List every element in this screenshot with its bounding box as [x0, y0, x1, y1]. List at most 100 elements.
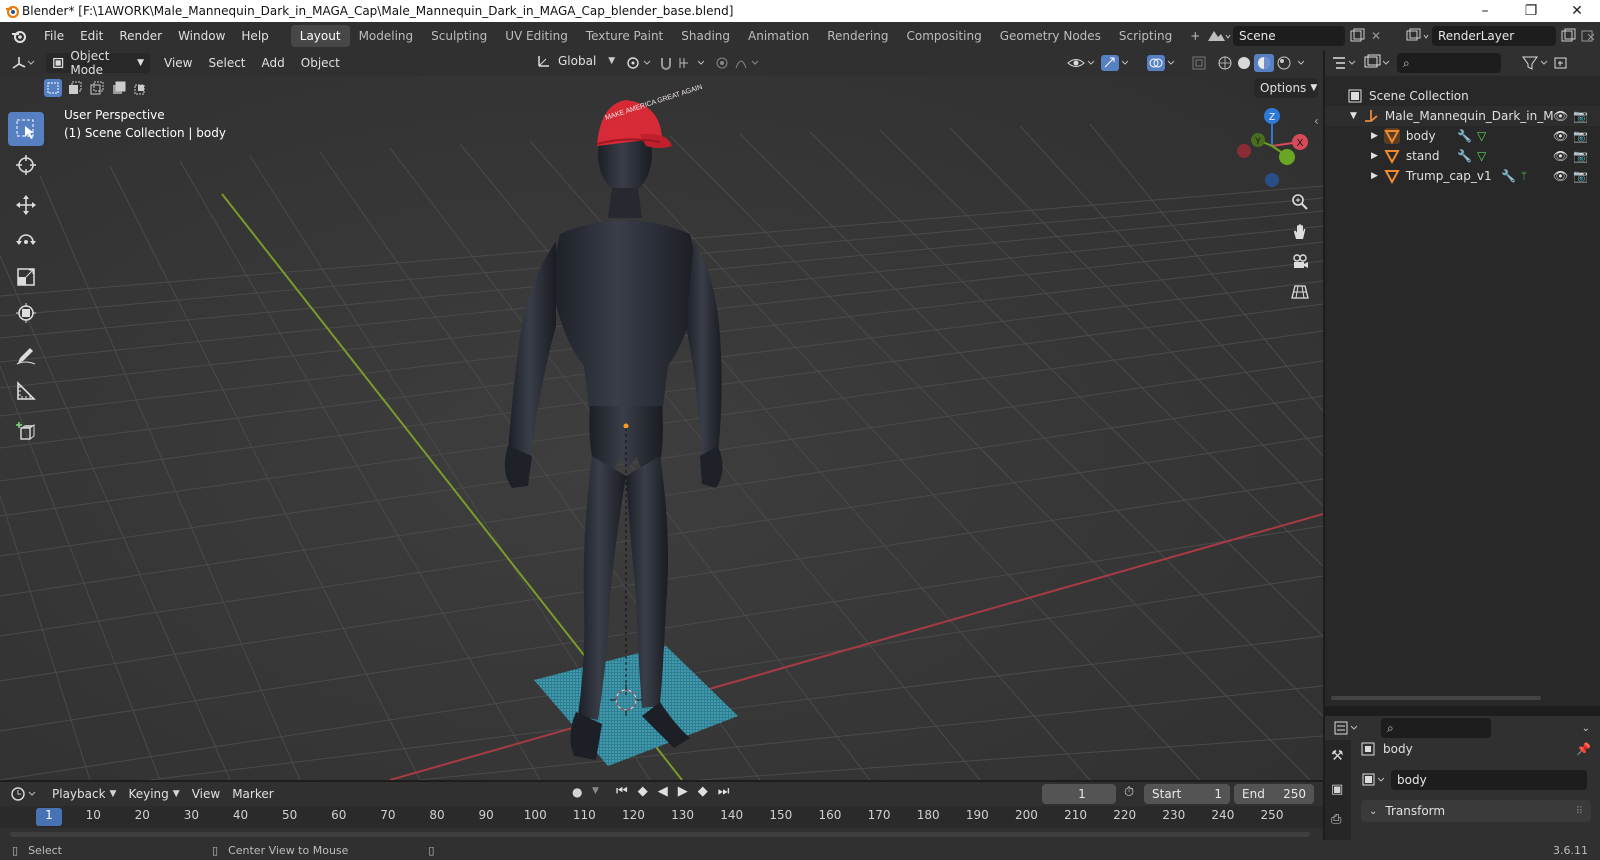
- menu-window[interactable]: Window: [170, 29, 233, 43]
- select-intersect-icon[interactable]: [132, 79, 150, 97]
- proportional-editing-icon[interactable]: [714, 54, 762, 72]
- chevron-down-icon[interactable]: ⌄: [1582, 723, 1590, 734]
- pin-icon[interactable]: 📌: [1576, 742, 1591, 756]
- measure-tool[interactable]: [8, 374, 44, 408]
- outliner-scene-collection[interactable]: Scene Collection: [1325, 86, 1600, 106]
- menu-file[interactable]: File: [36, 29, 72, 43]
- navigation-gizmo[interactable]: Z X Y: [1232, 104, 1312, 188]
- object-data-icon[interactable]: [1361, 772, 1387, 788]
- outliner-search-input[interactable]: ⌕: [1397, 53, 1501, 73]
- gizmo-toggle-icon[interactable]: [1100, 54, 1132, 72]
- tab-modeling[interactable]: Modeling: [350, 25, 423, 47]
- add-cube-tool[interactable]: [8, 414, 44, 448]
- new-renderlayer-icon[interactable]: [1560, 28, 1576, 44]
- keying-menu[interactable]: Keying: [128, 787, 168, 801]
- xray-toggle-icon[interactable]: [1190, 54, 1208, 72]
- expand-arrow-icon[interactable]: ▶: [1371, 151, 1378, 161]
- viewport-scene[interactable]: MAKE AMERICA GREAT AGAIN: [0, 76, 1323, 780]
- zoom-button[interactable]: [1286, 188, 1314, 216]
- drag-handle-icon[interactable]: ⠿: [1576, 806, 1583, 817]
- tab-compositing[interactable]: Compositing: [897, 25, 990, 47]
- timeline-view-menu[interactable]: View: [192, 787, 220, 801]
- mesh-data-icon[interactable]: ▽: [1477, 129, 1486, 143]
- tab-rendering[interactable]: Rendering: [818, 25, 897, 47]
- outliner-item-body[interactable]: ▶ body 🔧 ▽ 👁 📷: [1325, 126, 1600, 146]
- viewport-menu-select[interactable]: Select: [200, 56, 253, 70]
- end-frame-field[interactable]: End 250: [1234, 784, 1314, 804]
- outliner-item-stand[interactable]: ▶ stand 🔧 ▽ 👁 📷: [1325, 146, 1600, 166]
- auto-keying-record-icon[interactable]: ●: [572, 785, 582, 799]
- expand-arrow-icon[interactable]: ▼: [1350, 111, 1357, 121]
- menu-edit[interactable]: Edit: [72, 29, 111, 43]
- camera-view-button[interactable]: [1286, 248, 1314, 276]
- render-camera-icon[interactable]: 📷: [1573, 109, 1588, 123]
- properties-editor-icon[interactable]: [1333, 720, 1361, 736]
- select-new-icon[interactable]: [44, 79, 62, 97]
- menu-render[interactable]: Render: [111, 29, 170, 43]
- options-dropdown[interactable]: Options ▼: [1254, 78, 1318, 98]
- expand-arrow-icon[interactable]: ▶: [1371, 171, 1378, 181]
- maximize-button[interactable]: ❐: [1508, 0, 1554, 22]
- visibility-eye-icon[interactable]: 👁: [1553, 129, 1568, 143]
- tab-shading[interactable]: Shading: [672, 25, 739, 47]
- start-frame-field[interactable]: Start 1: [1144, 784, 1230, 804]
- new-scene-icon[interactable]: [1349, 28, 1365, 44]
- overlays-toggle-icon[interactable]: [1146, 54, 1178, 72]
- render-camera-icon[interactable]: 📷: [1573, 169, 1588, 183]
- outliner-collection-row[interactable]: ▼ Male_Mannequin_Dark_in_M 👁 📷: [1325, 106, 1600, 126]
- mesh-data-icon[interactable]: ᛘ: [1521, 171, 1527, 182]
- timeline-scrollbar[interactable]: [10, 832, 1310, 837]
- 3d-viewport[interactable]: MAKE AMERICA GREAT AGAIN User Perspectiv…: [0, 76, 1323, 780]
- new-collection-icon[interactable]: [1553, 54, 1569, 72]
- annotate-tool[interactable]: [8, 338, 44, 372]
- expand-arrow-icon[interactable]: ▶: [1371, 131, 1378, 141]
- object-name-field[interactable]: body: [1391, 770, 1587, 790]
- mode-dropdown[interactable]: Object Mode ▼: [46, 49, 150, 77]
- timeline-editor-icon[interactable]: [10, 786, 40, 802]
- select-subtract-icon[interactable]: [88, 79, 106, 97]
- stopwatch-icon[interactable]: ⏱: [1124, 785, 1134, 800]
- render-camera-icon[interactable]: 📷: [1573, 129, 1588, 143]
- viewport-menu-object[interactable]: Object: [293, 56, 348, 70]
- rotate-tool[interactable]: [8, 224, 44, 258]
- shading-mode-buttons[interactable]: [1216, 54, 1316, 72]
- select-extend-icon[interactable]: [66, 79, 84, 97]
- close-button[interactable]: ✕: [1554, 0, 1600, 22]
- blender-menu-icon[interactable]: [10, 28, 28, 44]
- outliner-editor-icon[interactable]: [1331, 55, 1357, 71]
- mesh-data-icon[interactable]: ▽: [1477, 149, 1486, 163]
- renderlayer-name-field[interactable]: RenderLayer: [1432, 26, 1556, 46]
- modifier-wrench-icon[interactable]: 🔧: [1501, 169, 1516, 183]
- remove-renderlayer-icon[interactable]: [1580, 28, 1596, 44]
- menu-help[interactable]: Help: [233, 29, 276, 43]
- viewport-menu-view[interactable]: View: [156, 56, 200, 70]
- render-camera-icon[interactable]: 📷: [1573, 149, 1588, 163]
- render-properties-icon[interactable]: ▣: [1331, 782, 1343, 797]
- editor-type-button[interactable]: [10, 55, 38, 71]
- select-invert-icon[interactable]: [110, 79, 128, 97]
- playback-menu[interactable]: Playback: [52, 787, 106, 801]
- visibility-selectability-icon[interactable]: [1066, 54, 1098, 72]
- current-frame-field[interactable]: 1: [1042, 784, 1116, 804]
- transform-panel-header[interactable]: ⌄ Transform ⠿: [1361, 800, 1591, 822]
- cursor-tool[interactable]: [8, 148, 44, 182]
- marker-menu[interactable]: Marker: [232, 787, 273, 801]
- transform-tool[interactable]: [8, 296, 44, 330]
- modifier-wrench-icon[interactable]: 🔧: [1457, 129, 1472, 143]
- move-tool[interactable]: [8, 188, 44, 222]
- pivot-point-icon[interactable]: [624, 54, 654, 72]
- tab-uv-editing[interactable]: UV Editing: [496, 25, 577, 47]
- visibility-eye-icon[interactable]: 👁: [1553, 109, 1568, 123]
- display-mode-icon[interactable]: [1363, 54, 1391, 72]
- scene-name-field[interactable]: Scene: [1233, 26, 1345, 46]
- scale-tool[interactable]: [8, 260, 44, 294]
- visibility-eye-icon[interactable]: 👁: [1553, 169, 1568, 183]
- properties-search-input[interactable]: ⌕: [1381, 718, 1491, 738]
- transform-orientation-dropdown[interactable]: Global ▼: [536, 53, 615, 69]
- select-box-tool[interactable]: [8, 112, 44, 146]
- play-icon[interactable]: ▶: [678, 784, 688, 799]
- viewport-menu-add[interactable]: Add: [254, 56, 293, 70]
- scene-selector[interactable]: Scene ✕: [1205, 26, 1381, 46]
- tab-texture-paint[interactable]: Texture Paint: [577, 25, 672, 47]
- tab-layout[interactable]: Layout: [290, 25, 350, 47]
